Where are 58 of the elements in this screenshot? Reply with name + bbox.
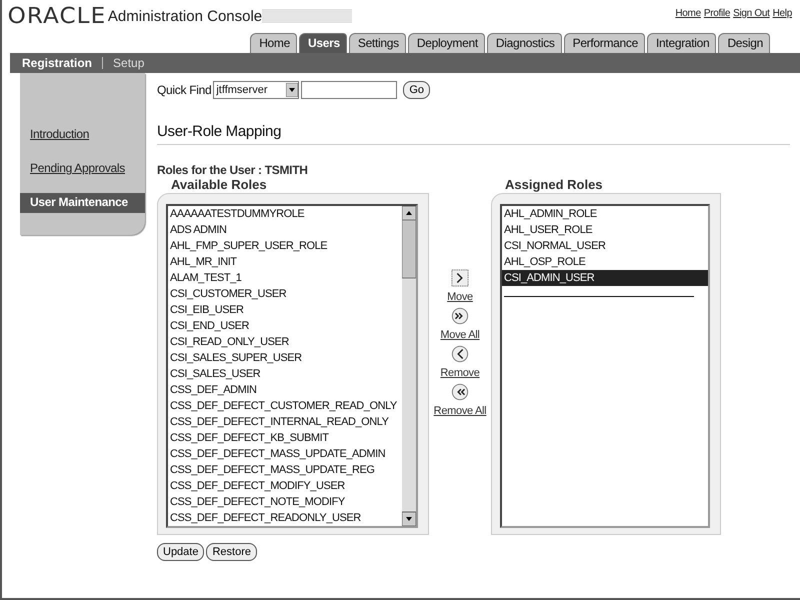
list-item[interactable]: ALAM_TEST_1 <box>168 270 402 286</box>
subnav-link[interactable]: Registration <box>22 56 92 70</box>
list-item[interactable]: CSI_SALES_USER <box>168 366 402 382</box>
list-item[interactable]: AHL_FMP_SUPER_USER_ROLE <box>168 238 402 254</box>
form-button[interactable]: Restore <box>206 543 258 561</box>
go-button[interactable]: Go <box>403 81 430 99</box>
list-item[interactable]: CSI_CUSTOMER_USER <box>168 286 402 302</box>
list-item[interactable]: CSI_END_USER <box>168 318 402 334</box>
tab[interactable]: Diagnostics <box>486 33 562 53</box>
list-item[interactable]: CSS_DEF_DEFECT_NOTE_MODIFY <box>168 494 402 510</box>
list-item[interactable]: CSS_DEF_DEFECT_CUSTOMER_READ_ONLY <box>168 398 402 414</box>
app-title: Administration Console <box>108 8 262 24</box>
list-item[interactable]: CSI_NORMAL_USER <box>502 238 708 254</box>
shuttle-link[interactable]: Remove All <box>434 405 486 417</box>
quick-find-label: Quick Find <box>157 83 212 97</box>
tab[interactable]: Performance <box>564 33 646 53</box>
list-item[interactable]: AHL_OSP_ROLE <box>502 254 708 270</box>
subnav-link[interactable]: Setup <box>113 56 144 70</box>
list-item[interactable]: CSI_SALES_SUPER_USER <box>168 350 402 366</box>
user-label: Roles for the User : TSMITH <box>157 163 309 177</box>
section-title: User-Role Mapping <box>157 123 790 145</box>
list-item[interactable]: AHL_MR_INIT <box>168 254 402 270</box>
tab[interactable]: Home <box>250 33 297 53</box>
header-link[interactable]: Help <box>772 8 792 19</box>
list-item[interactable]: CSI_EIB_USER <box>168 302 402 318</box>
form-button[interactable]: Update <box>157 543 204 561</box>
header-link[interactable]: Sign Out <box>733 8 770 19</box>
list-title: Available Roles <box>170 177 268 193</box>
list-item[interactable]: CSI_READ_ONLY_USER <box>168 334 402 350</box>
shuttle-link[interactable]: Move All <box>440 329 480 341</box>
sidebar-item[interactable]: Pending Approvals <box>20 159 145 179</box>
server-select[interactable]: jtffmserver <box>213 81 300 99</box>
sidebar-item[interactable]: User Maintenance <box>20 193 145 213</box>
list-item[interactable]: AAAAAATESTDUMMYROLE <box>168 206 402 222</box>
logo: ORACLE <box>8 4 106 28</box>
tab[interactable]: Settings <box>348 33 406 53</box>
shuttle-link[interactable]: Remove <box>440 367 480 379</box>
list-item[interactable]: CSS_DEF_DEFECT_MODIFY_USER <box>168 478 402 494</box>
header-link[interactable]: Home <box>675 8 701 19</box>
list-item[interactable]: CSS_DEF_ADMIN <box>168 382 402 398</box>
tab[interactable]: Design <box>718 33 770 53</box>
tab[interactable]: Users <box>299 33 347 53</box>
list-item[interactable]: AHL_ADMIN_ROLE <box>502 206 708 222</box>
sidebar-item[interactable]: Introduction <box>20 125 145 145</box>
tab[interactable]: Integration <box>647 33 716 53</box>
list-item[interactable]: AHL_USER_ROLE <box>502 222 708 238</box>
list-item[interactable]: CSS_DEF_DEFECT_KB_SUBMIT <box>168 430 402 446</box>
list-item[interactable]: CSS_DEF_DEFECT_READONLY_USER <box>168 510 402 526</box>
tab[interactable]: Deployment <box>408 33 485 53</box>
header-link[interactable]: Profile <box>704 8 730 19</box>
list-item[interactable]: CSS_DEF_DEFECT_INTERNAL_READ_ONLY <box>168 414 402 430</box>
list-title: Assigned Roles <box>504 177 604 193</box>
shuttle-link[interactable]: Move <box>447 291 473 303</box>
list-item[interactable]: ADS ADMIN <box>168 222 402 238</box>
list-item[interactable]: CSI_ADMIN_USER <box>502 270 708 286</box>
list-item[interactable]: CSS_DEF_DEFECT_MASS_UPDATE_REG <box>168 462 402 478</box>
list-item[interactable]: CSS_DEF_DEFECT_MASS_UPDATE_ADMIN <box>168 446 402 462</box>
assigned-roles-list[interactable]: AHL_ADMIN_ROLE AHL_USER_ROLE CSI_NORMAL_USER AHL_OSP_ROLE CSI_ADMIN_USER <box>500 204 710 528</box>
